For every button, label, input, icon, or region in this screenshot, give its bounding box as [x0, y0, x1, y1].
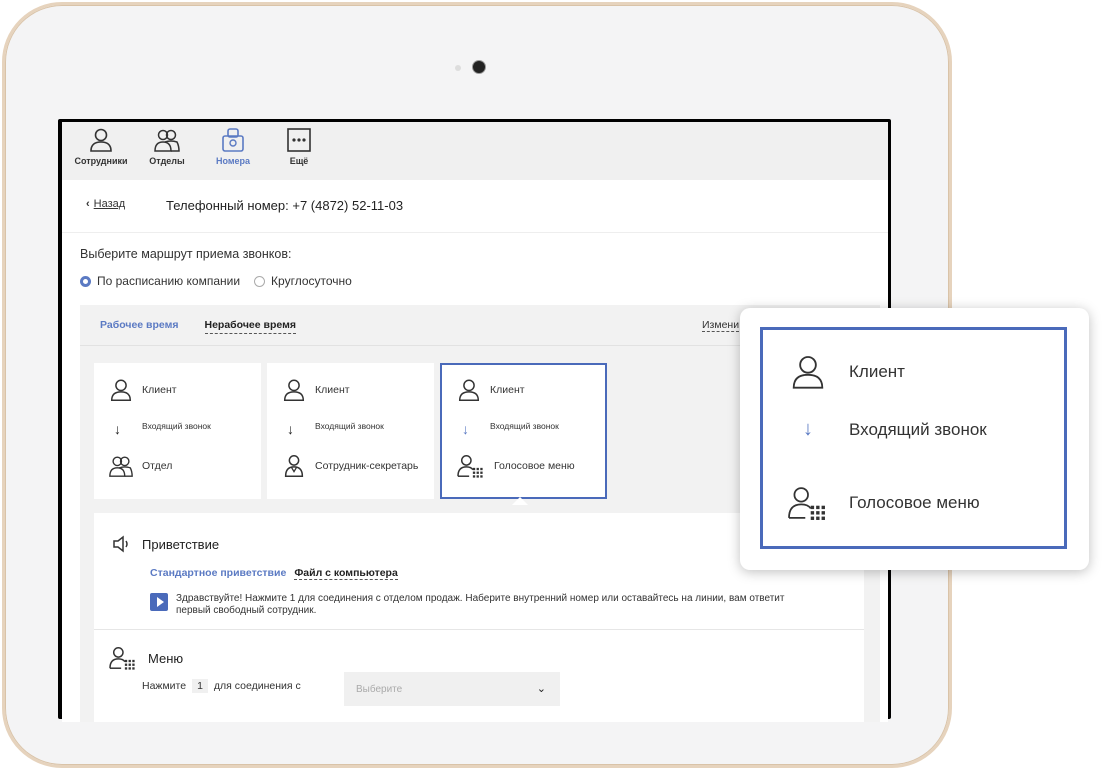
nav-employees[interactable]: Сотрудники [68, 122, 134, 180]
play-icon [156, 597, 164, 607]
arrow-down-icon: ↓ [114, 421, 121, 437]
card-client-label: Клиент [490, 384, 525, 396]
nav-label: Ещё [289, 156, 309, 166]
group-icon [154, 129, 180, 152]
card-target-row: Сотрудник-секретарь [281, 453, 418, 479]
voice-menu-icon [788, 487, 825, 520]
speaker-icon [113, 535, 128, 553]
voice-menu-icon [457, 455, 483, 478]
group-icon [109, 456, 133, 477]
card-target-label: Отдел [142, 460, 173, 472]
top-navigation: Сотрудники Отделы Номера Ещё [62, 122, 888, 180]
greeting-text: Здравствуйте! Нажмите 1 для соединения с… [176, 593, 785, 616]
nav-departments[interactable]: Отделы [134, 122, 200, 180]
menu-key[interactable]: 1 [192, 679, 208, 693]
greeting-player: Здравствуйте! Нажмите 1 для соединения с… [150, 593, 790, 617]
card-pointer [512, 497, 528, 505]
back-link[interactable]: ‹ Назад [86, 198, 125, 210]
page-header: ‹ Назад Телефонный номер: +7 (4872) 52-11… [62, 180, 888, 233]
radio-circle-checked [80, 275, 91, 287]
card-client-row: Клиент [456, 377, 525, 403]
radio-around-the-clock[interactable]: Круглосуточно [254, 274, 352, 288]
greeting-title: Приветствие [142, 536, 220, 552]
card-client-label: Клиент [315, 384, 350, 396]
callout-voice-menu-label: Голосовое меню [849, 493, 980, 512]
card-target-row: Голосовое меню [456, 453, 575, 479]
play-button[interactable] [150, 593, 168, 611]
chevron-down-icon: ⌄ [536, 683, 546, 695]
card-client-row: Клиент [281, 377, 350, 403]
callout-client-label: Клиент [849, 362, 905, 381]
nav-label: Отделы [149, 156, 185, 166]
more-icon [287, 128, 311, 152]
person-icon [458, 379, 480, 401]
card-target-label: Сотрудник-секретарь [315, 460, 419, 472]
nav-more[interactable]: Ещё [266, 122, 332, 180]
person-icon [110, 379, 132, 401]
callout-frame: Клиент ↓ Входящий звонок Голосовое меню [760, 327, 1067, 549]
tab-file-from-computer[interactable]: Файл с компьютера [294, 567, 398, 580]
target-select[interactable]: Выберите ⌄ [344, 672, 560, 706]
connect-label: для соединения с [213, 680, 301, 692]
callout-client-row: Клиент [785, 352, 905, 392]
menu-title: Меню [148, 650, 184, 666]
greeting-tabs: Стандартное приветствие Файл с компьютер… [150, 567, 398, 580]
schedule-tabs: Рабочее время Нерабочее время [100, 319, 296, 334]
nav-numbers[interactable]: Номера [200, 122, 266, 180]
change-link[interactable]: Измени [702, 319, 740, 332]
radio-company-schedule[interactable]: По расписанию компании [80, 274, 240, 288]
radio-circle [254, 275, 266, 287]
route-card-secretary[interactable]: Клиент ↓ Входящий звонок Сотрудник-секре… [267, 363, 434, 499]
route-label: Выберите маршрут приема звонков: [80, 247, 292, 261]
nav-label: Номера [215, 156, 251, 166]
card-client-label: Клиент [142, 384, 177, 396]
radio-label: Круглосуточно [271, 274, 352, 288]
numbers-icon [222, 128, 244, 152]
press-label: Нажмите [142, 680, 187, 692]
secretary-icon [284, 455, 304, 477]
card-target-label: Голосовое меню [494, 460, 575, 472]
select-placeholder: Выберите [356, 683, 403, 695]
card-target-row: Отдел [108, 453, 172, 479]
card-incoming-label: Входящий звонок [315, 421, 384, 431]
callout-incoming-label: Входящий звонок [849, 419, 987, 439]
callout-voice-menu-row: Голосовое меню [785, 484, 980, 522]
route-card-department[interactable]: Клиент ↓ Входящий звонок Отдел [94, 363, 261, 499]
person-icon [90, 128, 112, 152]
route-card-voice-menu[interactable]: Клиент ↓ Входящий звонок Голосовое меню [440, 363, 607, 499]
radio-label: По расписанию компании [97, 274, 241, 288]
back-label: Назад [93, 198, 126, 210]
menu-title-row: Меню [108, 645, 183, 671]
greeting-title-row: Приветствие [112, 535, 219, 553]
menu-option-row: Нажмите 1 для соединения с [142, 679, 301, 693]
page-title: Телефонный номер: +7 (4872) 52-11-03 [166, 198, 404, 213]
camera [472, 60, 486, 74]
person-icon [792, 356, 824, 389]
tab-non-working-time[interactable]: Нерабочее время [204, 319, 296, 334]
arrow-down-icon: ↓ [287, 421, 294, 437]
sensor-dot [455, 65, 461, 71]
callout-incoming-row: ↓ Входящий звонок [785, 418, 987, 441]
zoom-callout: Клиент ↓ Входящий звонок Голосовое меню [740, 308, 1089, 570]
divider [94, 629, 864, 630]
nav-label: Сотрудники [74, 156, 128, 166]
person-icon [283, 379, 305, 401]
arrow-down-icon: ↓ [803, 418, 813, 440]
card-client-row: Клиент [108, 377, 177, 403]
route-options: По расписанию компании Круглосуточно [80, 274, 352, 288]
card-incoming-label: Входящий звонок [142, 421, 211, 431]
card-incoming-label: Входящий звонок [490, 421, 559, 431]
tab-working-time[interactable]: Рабочее время [100, 319, 179, 334]
voice-menu-icon [109, 647, 135, 670]
arrow-down-icon: ↓ [462, 421, 469, 437]
tab-standard-greeting[interactable]: Стандартное приветствие [150, 567, 286, 580]
chevron-left-icon: ‹ [86, 198, 90, 210]
